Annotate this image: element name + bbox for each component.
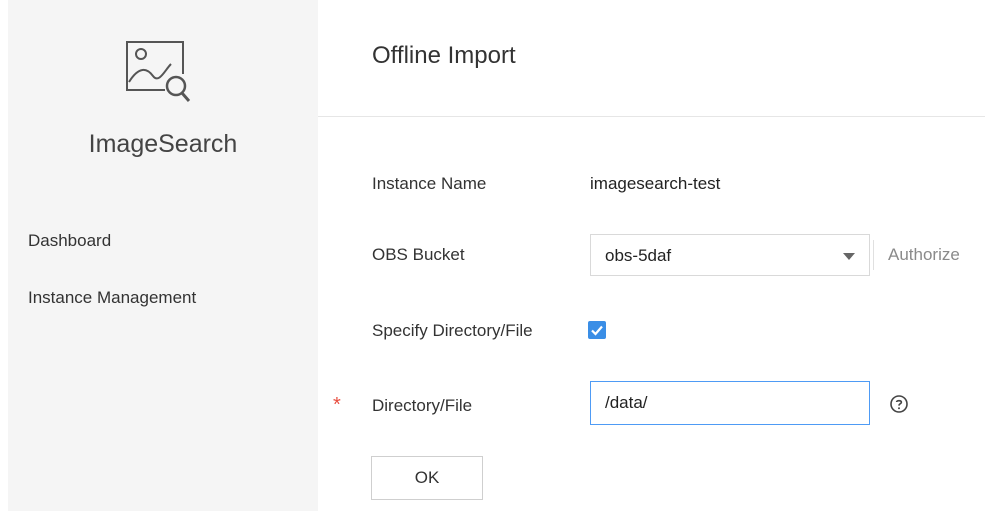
obs-bucket-value: obs-5daf: [605, 246, 672, 265]
sidebar-item-instance-management[interactable]: Instance Management: [28, 288, 196, 308]
specify-directory-label: Specify Directory/File: [372, 321, 533, 340]
directory-file-input[interactable]: [590, 381, 870, 425]
image-search-icon: [126, 41, 191, 102]
directory-file-label: Directory/File: [372, 396, 473, 415]
sidebar: ImageSearch Dashboard Instance Managemen…: [8, 0, 318, 511]
obs-bucket-select[interactable]: obs-5daf: [590, 234, 870, 276]
checkmark-icon: [591, 325, 603, 336]
sidebar-item-dashboard[interactable]: Dashboard: [28, 231, 111, 251]
help-icon[interactable]: [890, 395, 908, 413]
main-content: Offline Import Instance Name imagesearch…: [318, 0, 985, 511]
instance-name-label: Instance Name: [372, 174, 487, 193]
instance-name-value: imagesearch-test: [590, 174, 721, 193]
required-mark: *: [333, 394, 341, 416]
product-name: ImageSearch: [88, 130, 238, 158]
separator: [873, 240, 874, 270]
obs-bucket-label: OBS Bucket: [372, 245, 465, 264]
divider: [318, 116, 985, 117]
page-title: Offline Import: [372, 42, 516, 69]
ok-button[interactable]: OK: [371, 456, 483, 500]
specify-directory-checkbox[interactable]: [588, 321, 606, 339]
chevron-down-icon: [843, 253, 855, 260]
authorize-link[interactable]: Authorize: [888, 245, 960, 265]
